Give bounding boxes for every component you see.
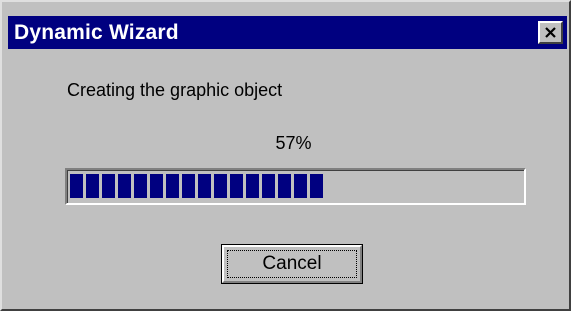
progress-block <box>70 174 83 198</box>
progress-block <box>86 174 99 198</box>
progress-block <box>262 174 275 198</box>
status-message: Creating the graphic object <box>67 80 283 100</box>
progress-fill <box>70 174 323 198</box>
progress-block <box>150 174 163 198</box>
progress-block <box>134 174 147 198</box>
progress-block <box>214 174 227 198</box>
progress-block <box>198 174 211 198</box>
progress-percent: 57% <box>275 133 312 153</box>
progress-block <box>182 174 195 198</box>
window-title: Dynamic Wizard <box>14 20 179 44</box>
progress-block <box>294 174 307 198</box>
close-button[interactable] <box>538 21 563 44</box>
cancel-button-label: Cancel <box>262 253 322 274</box>
progress-block <box>166 174 179 198</box>
dynamic-wizard-dialog: Dynamic Wizard Creating the graphic obje… <box>0 0 571 311</box>
close-icon <box>545 27 556 38</box>
progress-block <box>118 174 131 198</box>
progress-bar <box>65 168 526 205</box>
progress-block <box>102 174 115 198</box>
progress-block <box>230 174 243 198</box>
title-bar[interactable]: Dynamic Wizard <box>8 16 567 49</box>
progress-block <box>310 174 323 198</box>
progress-block <box>278 174 291 198</box>
progress-block <box>246 174 259 198</box>
cancel-button[interactable]: Cancel <box>221 244 363 284</box>
